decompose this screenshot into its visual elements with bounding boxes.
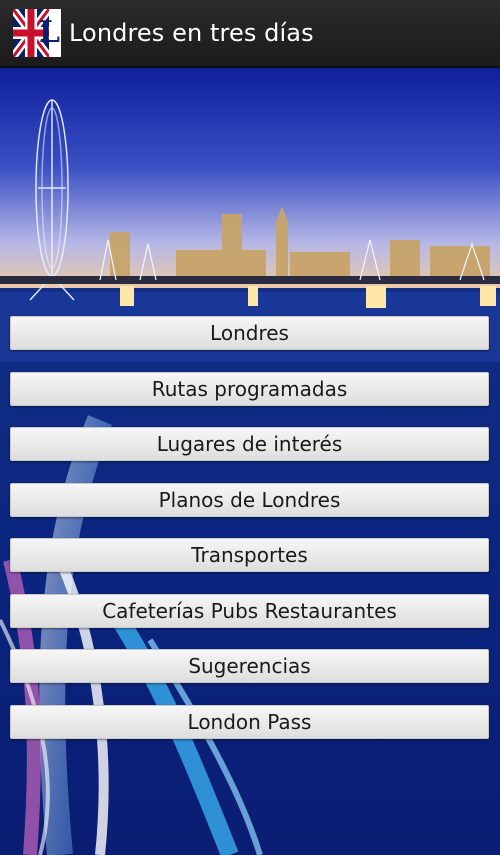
menu-button-londres[interactable]: Londres — [10, 316, 489, 350]
london-app-icon[interactable]: L — [13, 9, 61, 57]
menu-button-sugerencias[interactable]: Sugerencias — [10, 649, 489, 683]
menu-button-lugares-de-interes[interactable]: Lugares de interés — [10, 427, 489, 461]
menu-button-transportes[interactable]: Transportes — [10, 538, 489, 572]
menu-button-london-pass[interactable]: London Pass — [10, 704, 489, 739]
menu-button-cafeterias-pubs-restaurantes[interactable]: Cafeterías Pubs Restaurantes — [10, 593, 489, 628]
action-bar: L Londres en tres días — [0, 0, 500, 68]
main-menu: Londres Rutas programadas Lugares de int… — [10, 316, 489, 760]
menu-button-rutas-programadas[interactable]: Rutas programadas — [10, 371, 489, 406]
app-title: Londres en tres días — [69, 19, 314, 47]
app-icon-letter: L — [38, 15, 60, 50]
menu-button-planos-de-londres[interactable]: Planos de Londres — [10, 482, 489, 517]
